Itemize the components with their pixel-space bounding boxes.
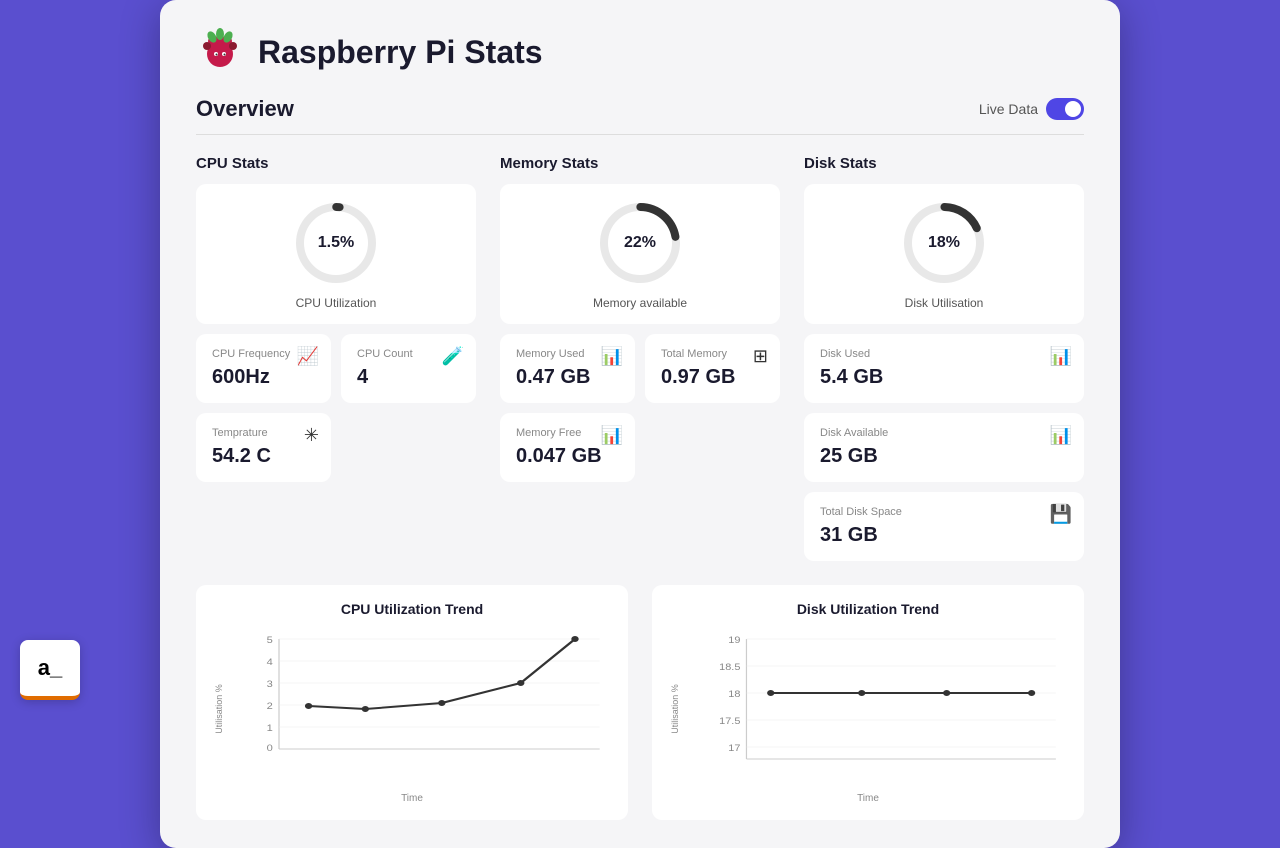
live-data-toggle[interactable] xyxy=(1046,98,1084,120)
svg-text:17.5: 17.5 xyxy=(719,717,741,727)
memory-stat-cards: 22% Memory available Memory Used 0.47 GB… xyxy=(500,184,780,482)
section-divider xyxy=(196,134,1084,135)
cpu-temperature-value: 54.2 C xyxy=(212,445,315,468)
disk-section-title: Disk Stats xyxy=(804,155,1084,172)
svg-text:17: 17 xyxy=(728,744,741,754)
disk-utilisation-card: 18% Disk Utilisation xyxy=(804,184,1084,324)
cpu-count-card: CPU Count 4 🧪 xyxy=(341,334,476,403)
memory-stats-section: Memory Stats 22% Memory available Mem xyxy=(500,155,780,561)
svg-text:1: 1 xyxy=(267,724,274,734)
memory-used-value: 0.47 GB xyxy=(516,366,619,389)
disk-used-icon: 📊 xyxy=(1050,346,1072,367)
memory-free-value: 0.047 GB xyxy=(516,445,619,468)
cpu-chart-container: CPU Utilization Trend Utilisation % 5 4 … xyxy=(196,585,628,820)
disk-chart-svg: 19 18.5 18 17.5 17 xyxy=(704,629,1068,769)
app-window: Raspberry Pi Stats Overview Live Data CP… xyxy=(160,0,1120,848)
bar-chart-icon: 📊 xyxy=(601,346,623,367)
svg-text:3: 3 xyxy=(267,680,274,690)
disk-available-label: Disk Available xyxy=(820,427,1068,439)
svg-text:18: 18 xyxy=(728,690,741,700)
terminal-label: a_ xyxy=(38,655,62,681)
disk-chart-title: Disk Utilization Trend xyxy=(668,601,1068,617)
cpu-section-title: CPU Stats xyxy=(196,155,476,172)
svg-text:0: 0 xyxy=(267,744,274,754)
stats-grid: CPU Stats 1.5% CPU Utilization CPU Fr xyxy=(196,155,1084,561)
memory-available-label: Memory available xyxy=(593,296,687,310)
cpu-x-axis-label: Time xyxy=(212,793,612,804)
cpu-utilization-label: CPU Utilization xyxy=(296,296,377,310)
disk-used-card: Disk Used 5.4 GB 📊 xyxy=(804,334,1084,403)
disk-available-card: Disk Available 25 GB 📊 xyxy=(804,413,1084,482)
live-data-label: Live Data xyxy=(979,101,1038,117)
header: Raspberry Pi Stats xyxy=(196,28,1084,76)
disk-utilisation-value: 18% xyxy=(928,234,960,252)
disk-available-icon: 📊 xyxy=(1050,425,1072,446)
memory-free-icon: 📊 xyxy=(601,425,623,446)
disk-y-axis-label: Utilisation % xyxy=(670,684,680,734)
total-memory-card: Total Memory 0.97 GB ⊞ xyxy=(645,334,780,403)
svg-text:19: 19 xyxy=(728,636,741,646)
cpu-temperature-label: Temprature xyxy=(212,427,315,439)
cpu-count-value: 4 xyxy=(357,366,460,389)
overview-title: Overview xyxy=(196,96,294,122)
svg-text:4: 4 xyxy=(267,658,274,668)
charts-grid: CPU Utilization Trend Utilisation % 5 4 … xyxy=(196,585,1084,820)
live-data-row: Live Data xyxy=(979,98,1084,120)
cpu-stat-cards: 1.5% CPU Utilization CPU Frequency 600Hz… xyxy=(196,184,476,482)
cpu-y-axis-label: Utilisation % xyxy=(214,684,224,734)
total-disk-value: 31 GB xyxy=(820,524,1068,547)
cpu-frequency-value: 600Hz xyxy=(212,366,315,389)
cpu-chart-area: Utilisation % 5 4 3 2 1 0 xyxy=(212,629,612,789)
trend-icon: 📈 xyxy=(297,346,319,367)
disk-used-value: 5.4 GB xyxy=(820,366,1068,389)
svg-text:5: 5 xyxy=(267,636,274,646)
memory-free-card: Memory Free 0.047 GB 📊 xyxy=(500,413,635,482)
app-title: Raspberry Pi Stats xyxy=(258,34,543,71)
memory-available-value: 22% xyxy=(624,234,656,252)
disk-x-axis-label: Time xyxy=(668,793,1068,804)
memory-used-card: Memory Used 0.47 GB 📊 xyxy=(500,334,635,403)
memory-available-card: 22% Memory available xyxy=(500,184,780,324)
total-disk-card: Total Disk Space 31 GB 💾 xyxy=(804,492,1084,561)
total-memory-label: Total Memory xyxy=(661,348,764,360)
disk-donut-wrapper: 18% xyxy=(899,198,989,288)
grid-icon: ⊞ xyxy=(753,346,768,367)
cpu-donut-wrapper: 1.5% xyxy=(291,198,381,288)
cpu-frequency-card: CPU Frequency 600Hz 📈 xyxy=(196,334,331,403)
memory-donut-wrapper: 22% xyxy=(595,198,685,288)
disk-utilisation-label: Disk Utilisation xyxy=(905,296,984,310)
memory-section-title: Memory Stats xyxy=(500,155,780,172)
raspberry-pi-icon xyxy=(196,28,244,76)
save-icon: 💾 xyxy=(1050,504,1072,525)
disk-chart-container: Disk Utilization Trend Utilisation % 19 … xyxy=(652,585,1084,820)
cpu-chart-svg: 5 4 3 2 1 0 xyxy=(242,629,612,769)
cpu-utilization-card: 1.5% CPU Utilization xyxy=(196,184,476,324)
total-disk-label: Total Disk Space xyxy=(820,506,1068,518)
disk-stat-cards: 18% Disk Utilisation Disk Used 5.4 GB 📊 … xyxy=(804,184,1084,561)
disk-available-value: 25 GB xyxy=(820,445,1068,468)
svg-text:18.5: 18.5 xyxy=(719,663,741,673)
cpu-temperature-card: Temprature 54.2 C ✳ xyxy=(196,413,331,482)
svg-text:2: 2 xyxy=(267,702,274,712)
snowflake-icon: ✳ xyxy=(304,425,319,446)
disk-used-label: Disk Used xyxy=(820,348,1068,360)
cpu-chart-title: CPU Utilization Trend xyxy=(212,601,612,617)
total-memory-value: 0.97 GB xyxy=(661,366,764,389)
cpu-stats-section: CPU Stats 1.5% CPU Utilization CPU Fr xyxy=(196,155,476,561)
disk-chart-area: Utilisation % 19 18.5 18 17.5 17 xyxy=(668,629,1068,789)
cpu-utilization-value: 1.5% xyxy=(318,234,354,252)
disk-stats-section: Disk Stats 18% Disk Utilisation Disk xyxy=(804,155,1084,561)
terminal-badge[interactable]: a_ xyxy=(20,640,80,700)
section-header: Overview Live Data xyxy=(196,96,1084,122)
flask-icon: 🧪 xyxy=(442,346,464,367)
